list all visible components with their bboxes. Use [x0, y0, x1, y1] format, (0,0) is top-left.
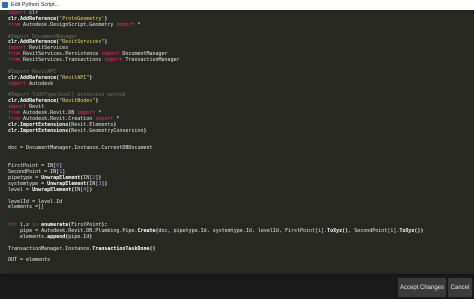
code-token: doc = DocumentManager.Instance.CurrentDB…: [8, 145, 153, 152]
code-token: ): [95, 98, 99, 105]
code-token: "RevitAPI": [59, 74, 90, 81]
code-token: , SecondPoint[i].: [348, 227, 400, 234]
title-bar: Edit Python Script...: [0, 0, 474, 10]
app-icon: [2, 2, 8, 8]
dialog-footer: Accept Changes Cancel: [0, 274, 474, 299]
code-token: elements.: [8, 233, 48, 240]
code-token: ): [89, 186, 93, 193]
code-token: import: [116, 21, 135, 28]
code-token: pipe.Id: [68, 233, 90, 240]
code-token: *: [134, 21, 141, 28]
code-token: Autodesk: [26, 80, 54, 87]
code-token: elements =[]: [8, 204, 45, 211]
code-token: ToXyz(): [327, 227, 349, 234]
code-token: append(: [47, 233, 69, 240]
code-token: TransactionManager.Instance.: [8, 245, 93, 252]
accept-changes-button[interactable]: Accept Changes: [398, 278, 446, 297]
code-token: ): [104, 39, 108, 46]
python-script-editor-window: Edit Python Script... import clr clr.AddR…: [0, 0, 474, 299]
code-token: ): [89, 74, 93, 81]
code-token: "RevitNodes": [59, 98, 96, 105]
code-token: from: [8, 57, 21, 64]
code-area[interactable]: import clr clr.AddReference('ProtoGeometr…: [8, 10, 470, 264]
code-token: from: [8, 21, 21, 28]
code-token: ToXyz(): [399, 227, 421, 234]
code-token: clr.ImportExtensions(: [8, 127, 72, 134]
code-token: IN[: [74, 186, 84, 193]
code-token: TransactionTaskDone(): [92, 245, 156, 252]
code-token: import: [8, 80, 27, 87]
code-token: doc, pipetype.Id, systemtype.Id, levelId…: [158, 227, 328, 234]
code-token: OUT = elements: [8, 257, 51, 264]
code-token: ): [143, 127, 147, 134]
code-token: ): [420, 227, 424, 234]
code-token: Create(: [137, 227, 159, 234]
code-token: RevitServices.Transactions: [20, 57, 105, 64]
window-title: Edit Python Script...: [11, 2, 60, 8]
code-token: ): [89, 233, 93, 240]
code-line: OUT = elements: [8, 258, 470, 264]
code-token: import: [104, 57, 123, 64]
code-editor[interactable]: import clr clr.AddReference('ProtoGeometr…: [0, 10, 474, 274]
cancel-button[interactable]: Cancel: [448, 278, 472, 297]
code-token: ): [104, 180, 108, 187]
code-token: UnwrapElement(: [32, 186, 75, 193]
editor-gutter: [0, 10, 7, 274]
code-token: Revit.GeometryConversion: [71, 127, 144, 134]
code-token: level =: [8, 186, 33, 193]
code-token: Autodesk.DesignScript.Geometry: [20, 21, 117, 28]
code-token: TransactionManager: [122, 57, 180, 64]
